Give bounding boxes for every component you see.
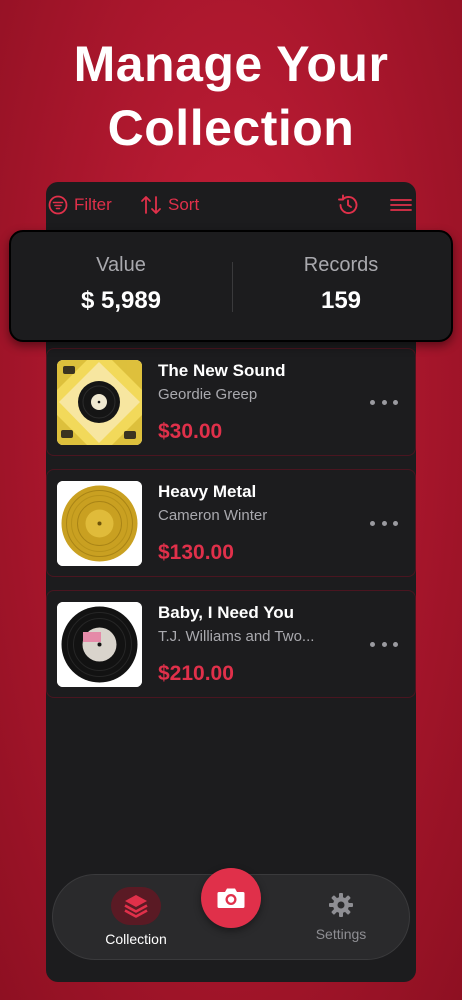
record-title: Heavy Metal [158,482,257,501]
stats-divider [232,262,233,312]
value-amount: $ 5,989 [80,287,162,314]
list-item[interactable]: Heavy Metal Cameron Winter $130.00 [46,469,416,577]
album-cover [57,360,142,445]
sort-button[interactable]: Sort [140,193,199,217]
filter-label: Filter [74,195,112,214]
marketing-headline: Manage Your Collection [0,32,462,160]
layers-icon [111,887,161,925]
record-title: The New Sound [158,361,286,380]
tab-settings[interactable]: Settings [301,891,381,942]
headline-line-2: Collection [107,100,355,156]
filter-button[interactable]: Filter [48,193,112,217]
list-item[interactable]: Baby, I Need You T.J. Williams and Two..… [46,590,416,698]
collection-stats-card: Value $ 5,989 Records 159 [9,230,453,342]
record-price: $210.00 [158,662,234,685]
sort-icon [141,196,161,214]
headline-line-1: Manage Your [73,36,389,92]
album-cover [57,481,142,566]
record-title: Baby, I Need You [158,603,295,622]
more-icon[interactable] [370,515,398,531]
value-label: Value [96,254,146,276]
history-icon [338,194,358,214]
camera-icon [217,888,245,908]
menu-icon [390,199,412,211]
more-icon[interactable] [370,636,398,652]
records-count: 159 [320,287,362,314]
tab-settings-label: Settings [315,926,367,942]
tab-collection[interactable]: Collection [93,887,179,947]
records-label: Records [303,254,379,276]
menu-button[interactable] [390,193,412,217]
value-stat: Value $ 5,989 [11,232,231,340]
sort-label: Sort [168,195,200,214]
tab-collection-label: Collection [105,931,167,947]
history-button[interactable] [336,193,360,217]
record-list: The New Sound Geordie Greep $30.00 Heavy… [46,348,416,711]
more-icon[interactable] [370,394,398,410]
records-stat: Records 159 [231,232,451,340]
album-cover [57,602,142,687]
filter-icon [48,195,68,215]
camera-button[interactable] [201,868,261,928]
record-artist: Cameron Winter [158,507,268,524]
list-item[interactable]: The New Sound Geordie Greep $30.00 [46,348,416,456]
gear-icon [301,891,381,919]
toolbar: Filter Sort [46,182,416,228]
record-artist: Geordie Greep [158,386,258,403]
record-price: $130.00 [158,541,234,564]
record-price: $30.00 [158,420,223,443]
record-artist: T.J. Williams and Two... [158,628,315,645]
